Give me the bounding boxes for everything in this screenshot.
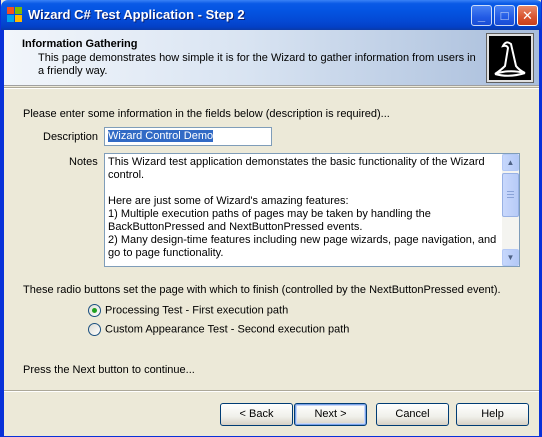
next-button[interactable]: Next >	[294, 403, 367, 426]
title-bar[interactable]: Wizard C# Test Application - Step 2 _ □ …	[1, 0, 541, 30]
minimize-button[interactable]: _	[471, 5, 492, 26]
radio-processing-label: Processing Test - First execution path	[105, 304, 289, 317]
notes-label: Notes	[69, 156, 98, 168]
scroll-up-icon[interactable]: ▲	[502, 154, 519, 171]
header-description: This page demonstrates how simple it is …	[38, 52, 476, 77]
description-field[interactable]: Wizard Control Demo	[104, 127, 272, 146]
notes-field[interactable]: This Wizard test application demonstates…	[104, 153, 520, 267]
radio-instructions: These radio buttons set the page with wh…	[23, 284, 501, 296]
description-value: Wizard Control Demo	[108, 130, 214, 142]
app-icon	[7, 7, 23, 23]
radio-custom-label: Custom Appearance Test - Second executio…	[105, 323, 350, 336]
radio-checked-icon[interactable]	[88, 304, 101, 317]
close-button[interactable]: ✕	[517, 5, 538, 26]
footer-separator	[4, 390, 539, 392]
form-instructions: Please enter some information in the fie…	[23, 108, 390, 120]
radio-custom-appearance-test[interactable]: Custom Appearance Test - Second executio…	[88, 323, 349, 339]
header-separator	[4, 87, 539, 89]
scroll-down-icon[interactable]: ▼	[502, 249, 519, 266]
wizard-window: Wizard C# Test Application - Step 2 _ □ …	[0, 0, 542, 437]
cancel-button[interactable]: Cancel	[376, 403, 449, 426]
back-button[interactable]: < Back	[220, 403, 293, 426]
maximize-button[interactable]: □	[494, 5, 515, 26]
wizard-header: Information Gathering This page demonstr…	[4, 30, 539, 86]
description-label: Description	[43, 131, 99, 143]
radio-unchecked-icon[interactable]	[88, 323, 101, 336]
window-frame-left	[1, 30, 4, 436]
wizard-hat-icon	[486, 33, 534, 83]
notes-value: This Wizard test application demonstates…	[108, 156, 497, 259]
continue-text: Press the Next button to continue...	[23, 364, 195, 376]
scroll-thumb[interactable]	[502, 173, 519, 217]
notes-scrollbar[interactable]: ▲ ▼	[502, 154, 519, 266]
header-title: Information Gathering	[22, 38, 138, 50]
window-title: Wizard C# Test Application - Step 2	[28, 7, 245, 22]
help-button[interactable]: Help	[456, 403, 529, 426]
radio-processing-test[interactable]: Processing Test - First execution path	[88, 304, 288, 320]
